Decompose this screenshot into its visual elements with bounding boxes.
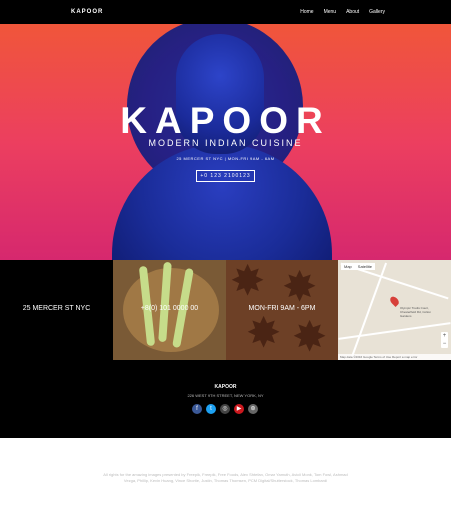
nav-link-home[interactable]: Home xyxy=(300,9,313,15)
social-links: f t ◎ ▶ ⊛ xyxy=(192,404,258,414)
phone-tile: +8(0) 101 0000 00 xyxy=(113,260,226,360)
map-type-tabs: Map Satellite xyxy=(341,263,376,270)
star-anise-image: ✸ xyxy=(230,260,266,304)
star-anise-image: ✸ xyxy=(246,309,282,356)
nav-logo[interactable]: KAPOOR xyxy=(71,9,103,15)
top-nav: KAPOOR Home Menu About Gallery xyxy=(0,0,451,24)
hero-title: KAPOOR xyxy=(120,100,331,141)
dribbble-icon[interactable]: ⊛ xyxy=(248,404,258,414)
youtube-icon[interactable]: ▶ xyxy=(234,404,244,414)
hero-section: KAPOOR MODERN INDIAN CUISINE 25 MERCER S… xyxy=(0,24,451,260)
hours-tile: ✸ ✸ ✸ ✸ MON-FRI 9AM - 6PM xyxy=(226,260,338,360)
footer: KAPOOR 226 WEST 9TH STREET, NEW YORK, NY… xyxy=(0,360,451,438)
star-anise-image: ✸ xyxy=(292,313,328,360)
star-anise-image: ✸ xyxy=(282,263,318,310)
nav-link-menu[interactable]: Menu xyxy=(324,9,337,15)
map-tab[interactable]: Map xyxy=(341,263,355,270)
instagram-icon[interactable]: ◎ xyxy=(220,404,230,414)
nav-links: Home Menu About Gallery xyxy=(300,9,385,15)
facebook-icon[interactable]: f xyxy=(192,404,202,414)
address-label: 25 MERCER ST NYC xyxy=(22,305,91,312)
address-tile: 25 MERCER ST NYC xyxy=(0,260,113,360)
footer-name: KAPOOR xyxy=(214,384,237,390)
map-tile[interactable]: Map Satellite Olympic Tredis Court, Ches… xyxy=(338,260,451,360)
map-zoom-control[interactable]: + − xyxy=(441,332,448,348)
nav-link-about[interactable]: About xyxy=(346,9,359,15)
satellite-tab[interactable]: Satellite xyxy=(355,263,375,270)
nav-link-gallery[interactable]: Gallery xyxy=(369,9,385,15)
phone-label: +8(0) 101 0000 00 xyxy=(140,305,199,312)
map-road xyxy=(338,322,451,340)
map-pin-icon[interactable] xyxy=(388,294,401,308)
hero-address: 25 MERCER ST NYC | MON-FRI 9AM - 6AM xyxy=(176,156,275,161)
map-place-label: Olympic Tredis Court, Chesterfield Rd, C… xyxy=(400,306,432,318)
phone-button[interactable]: +0 123 2100123 xyxy=(196,170,255,182)
twitter-icon[interactable]: t xyxy=(206,404,216,414)
hero-subtitle: MODERN INDIAN CUISINE xyxy=(148,138,303,148)
info-strip: 25 MERCER ST NYC +8(0) 101 0000 00 ✸ ✸ ✸… xyxy=(0,260,451,360)
buddha-statue-body xyxy=(112,144,332,260)
footer-address: 226 WEST 9TH STREET, NEW YORK, NY xyxy=(187,393,264,398)
hours-label: MON-FRI 9AM - 6PM xyxy=(248,305,316,312)
image-credits: All rights for the amazing images presen… xyxy=(103,472,348,483)
map-road xyxy=(350,262,388,358)
